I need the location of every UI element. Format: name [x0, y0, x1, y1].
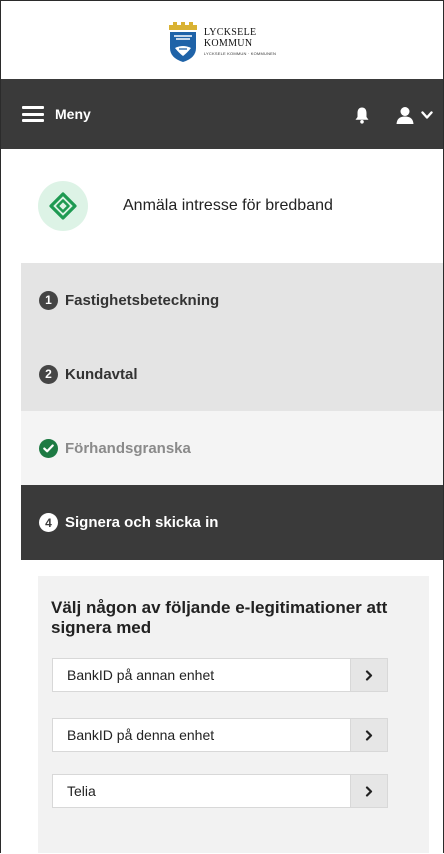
option-bankid-this-device[interactable]: BankID på denna enhet [52, 718, 388, 752]
option-telia[interactable]: Telia [52, 774, 388, 808]
chevron-right-icon [350, 719, 387, 751]
option-bankid-other-device[interactable]: BankID på annan enhet [52, 658, 388, 692]
step-label: Förhandsgranska [65, 439, 191, 457]
checkmark-icon [39, 438, 58, 458]
step-number: 4 [39, 513, 58, 532]
option-label: Telia [67, 783, 96, 799]
step-label: Kundavtal [65, 365, 138, 383]
hamburger-icon [22, 106, 44, 122]
service-title: Anmäla intresse för bredband [123, 197, 333, 214]
signing-heading: Välj någon av följande e-legitimationer … [51, 598, 388, 637]
step-fastighetsbeteckning[interactable]: 1 Fastighetsbeteckning [21, 263, 443, 337]
menu-label: Meny [55, 106, 91, 122]
step-label: Fastighetsbeteckning [65, 291, 220, 309]
menu-button[interactable]: Meny [22, 106, 91, 122]
step-forhandsgranska[interactable]: Förhandsgranska [21, 411, 443, 485]
municipality-logo[interactable]: LYCKSELE KOMMUN LYCKSELE KOMMUN · KOMMUN… [168, 22, 276, 62]
top-navigation-bar: Meny [1, 79, 443, 149]
logo-text-line2: KOMMUN [203, 38, 253, 49]
option-label: BankID på annan enhet [67, 667, 215, 683]
step-signera-active[interactable]: 4 Signera och skicka in [21, 485, 443, 560]
step-kundavtal[interactable]: 2 Kundavtal [21, 337, 443, 411]
service-icon-badge [38, 181, 88, 231]
step-label: Signera och skicka in [65, 514, 219, 531]
step-number: 2 [39, 364, 58, 384]
bell-icon[interactable] [353, 106, 371, 124]
user-icon[interactable] [395, 105, 415, 125]
diamond-icon [49, 192, 77, 220]
chevron-right-icon [350, 775, 387, 807]
logo-text-line1: LYCKSELE [203, 27, 257, 38]
service-header: Anmäla intresse för bredband [1, 149, 443, 263]
chevron-down-icon[interactable] [421, 111, 433, 120]
logo-text-line3: LYCKSELE KOMMUN · KOMMUNEN [203, 51, 277, 56]
option-label: BankID på denna enhet [67, 727, 215, 743]
page-frame: LYCKSELE KOMMUN LYCKSELE KOMMUN · KOMMUN… [0, 0, 444, 853]
step-number: 1 [39, 290, 58, 310]
chevron-right-icon [350, 659, 387, 691]
signing-panel: Välj någon av följande e-legitimationer … [38, 576, 429, 853]
crest-icon [168, 22, 197, 62]
logo-area: LYCKSELE KOMMUN LYCKSELE KOMMUN · KOMMUN… [1, 1, 443, 79]
